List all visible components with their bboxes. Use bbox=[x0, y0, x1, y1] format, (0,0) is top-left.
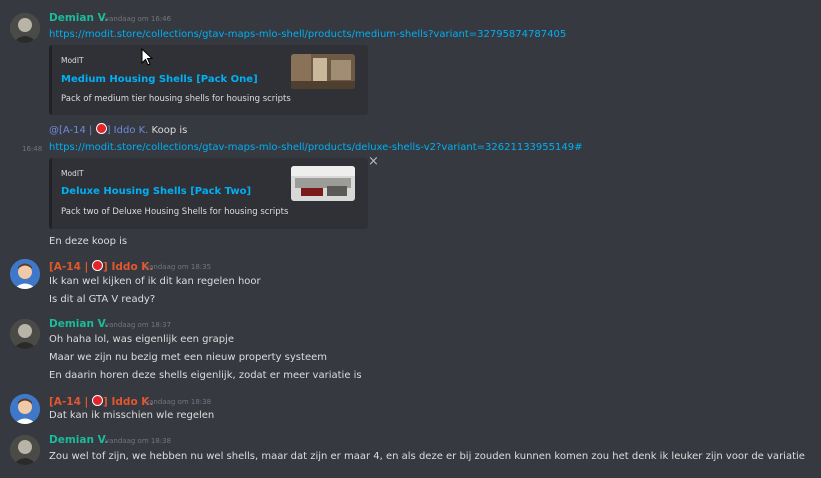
author-prefix: [A-14 | bbox=[49, 261, 89, 273]
thumbnail-image bbox=[291, 166, 355, 201]
avatar-image bbox=[10, 394, 40, 424]
thumbnail-image bbox=[291, 54, 355, 89]
message-timestamp: vandaag om 16:46 bbox=[105, 15, 172, 23]
embed-title[interactable]: Medium Housing Shells [Pack One] bbox=[61, 74, 258, 85]
avatar-demian[interactable] bbox=[10, 13, 40, 43]
embed-provider: ModIT bbox=[61, 169, 84, 178]
avatar-image bbox=[10, 319, 40, 349]
embed-description: Pack two of Deluxe Housing Shells for ho… bbox=[61, 207, 289, 217]
avatar-iddo[interactable] bbox=[10, 259, 40, 289]
mention-suffix: ] Iddo K. bbox=[106, 125, 149, 136]
message-text: En deze koop is bbox=[49, 236, 128, 247]
message-link[interactable]: https://modit.store/collections/gtav-map… bbox=[49, 142, 582, 153]
author-name[interactable]: Demian V. bbox=[49, 12, 108, 24]
avatar-image bbox=[10, 435, 40, 465]
message-line: Zou wel tof zijn, we hebben nu wel shell… bbox=[49, 451, 805, 462]
message-link[interactable]: https://modit.store/collections/gtav-map… bbox=[49, 29, 566, 40]
role-badge-icon bbox=[95, 123, 107, 134]
embed-thumbnail[interactable] bbox=[291, 54, 355, 89]
embed-thumbnail[interactable] bbox=[291, 166, 355, 201]
avatar-image bbox=[10, 259, 40, 289]
role-badge-icon bbox=[92, 260, 104, 271]
embed-description: Pack of medium tier housing shells for h… bbox=[61, 94, 291, 104]
avatar-demian[interactable] bbox=[10, 319, 40, 349]
avatar-image bbox=[10, 13, 40, 43]
message-timestamp: vandaag om 18:37 bbox=[105, 321, 172, 329]
hover-timestamp: 16:48 bbox=[22, 145, 43, 153]
embed-provider: ModIT bbox=[61, 56, 84, 65]
message-timestamp: vandaag om 18:38 bbox=[105, 437, 172, 445]
author-name[interactable]: [A-14 | ] Iddo K. bbox=[49, 260, 153, 273]
author-name[interactable]: [A-14 | ] Iddo K. bbox=[49, 395, 153, 408]
author-prefix: [A-14 | bbox=[49, 396, 89, 408]
message-line: Ik kan wel kijken of ik dit kan regelen … bbox=[49, 276, 261, 287]
remove-embed-close-icon[interactable]: × bbox=[368, 154, 379, 169]
author-name[interactable]: Demian V. bbox=[49, 318, 108, 330]
author-name[interactable]: Demian V. bbox=[49, 434, 108, 446]
role-badge-icon bbox=[92, 395, 104, 406]
message-text: Koop is bbox=[151, 125, 188, 136]
message-line: Oh haha lol, was eigenlijk een grapje bbox=[49, 334, 234, 345]
user-mention[interactable]: @[A-14 | ] Iddo K. bbox=[49, 123, 149, 136]
message-timestamp: vandaag om 18:38 bbox=[145, 398, 212, 406]
link-embed: ModIT Medium Housing Shells [Pack One] P… bbox=[49, 45, 368, 115]
avatar-iddo[interactable] bbox=[10, 394, 40, 424]
mention-message: @[A-14 | ] Iddo K. Koop is bbox=[49, 123, 187, 136]
message-line: En daarin horen deze shells eigenlijk, z… bbox=[49, 370, 362, 381]
avatar-demian[interactable] bbox=[10, 435, 40, 465]
link-embed: ModIT Deluxe Housing Shells [Pack Two] P… bbox=[49, 158, 368, 229]
message-line: Maar we zijn nu bezig met een nieuw prop… bbox=[49, 352, 327, 363]
cursor-icon bbox=[141, 48, 154, 66]
message-line: Is dit al GTA V ready? bbox=[49, 294, 156, 305]
message-timestamp: vandaag om 18:35 bbox=[145, 263, 212, 271]
mention-prefix: @[A-14 | bbox=[49, 125, 93, 136]
message-line: Dat kan ik misschien wle regelen bbox=[49, 410, 215, 421]
embed-title[interactable]: Deluxe Housing Shells [Pack Two] bbox=[61, 186, 251, 197]
